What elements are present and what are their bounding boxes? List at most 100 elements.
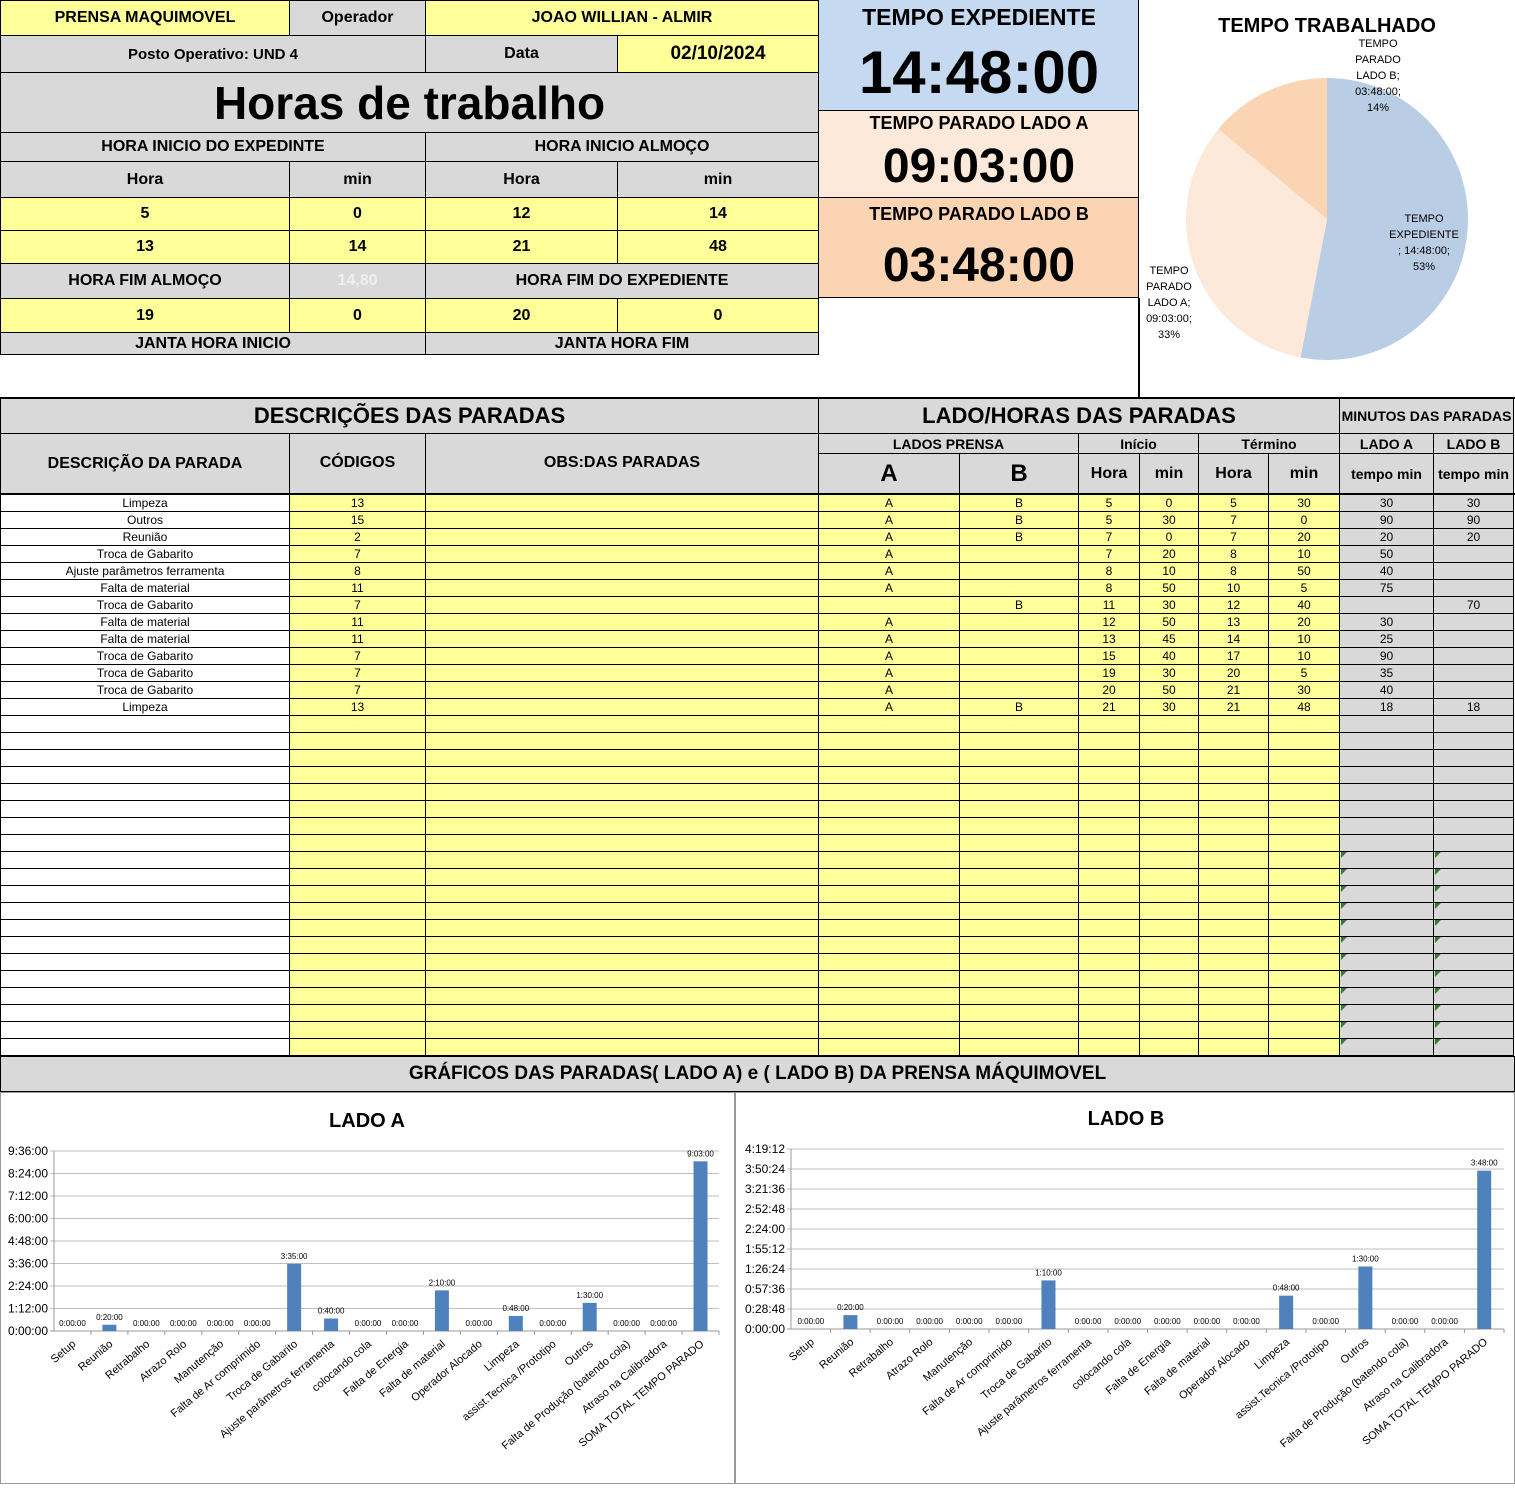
end-hour-cell[interactable] <box>1199 1005 1269 1022</box>
side-a-cell[interactable] <box>819 886 960 903</box>
side-b-cell[interactable] <box>960 988 1079 1005</box>
start-hour-cell[interactable] <box>1079 733 1140 750</box>
obs-cell[interactable] <box>426 614 819 631</box>
code-cell[interactable] <box>290 1039 426 1056</box>
side-b-cell[interactable] <box>960 971 1079 988</box>
code-cell[interactable]: 13 <box>290 699 426 716</box>
end-hour-cell[interactable]: 7 <box>1199 512 1269 529</box>
end-hour-cell[interactable]: 13 <box>1199 614 1269 631</box>
obs-cell[interactable] <box>426 563 819 580</box>
code-cell[interactable]: 13 <box>290 495 426 512</box>
obs-cell[interactable] <box>426 767 819 784</box>
side-b-cell[interactable] <box>960 648 1079 665</box>
side-b-cell[interactable] <box>960 801 1079 818</box>
start-min-cell[interactable] <box>1140 852 1199 869</box>
start-min-cell[interactable] <box>1140 835 1199 852</box>
obs-cell[interactable] <box>426 903 819 920</box>
end-hour-cell[interactable] <box>1199 801 1269 818</box>
end-min-cell[interactable] <box>1269 835 1340 852</box>
end-min-cell[interactable]: 5 <box>1269 580 1340 597</box>
end-hour-cell[interactable] <box>1199 869 1269 886</box>
obs-cell[interactable] <box>426 733 819 750</box>
side-b-cell[interactable]: B <box>960 512 1079 529</box>
time-cell[interactable]: 13 <box>0 231 290 264</box>
end-hour-cell[interactable] <box>1199 886 1269 903</box>
end-hour-cell[interactable]: 17 <box>1199 648 1269 665</box>
start-hour-cell[interactable]: 5 <box>1079 512 1140 529</box>
time-cell[interactable]: 14 <box>290 231 426 264</box>
end-hour-cell[interactable]: 8 <box>1199 546 1269 563</box>
side-a-cell[interactable]: A <box>819 699 960 716</box>
end-min-cell[interactable] <box>1269 767 1340 784</box>
end-min-cell[interactable] <box>1269 988 1340 1005</box>
obs-cell[interactable] <box>426 937 819 954</box>
end-hour-cell[interactable] <box>1199 988 1269 1005</box>
side-b-cell[interactable] <box>960 903 1079 920</box>
obs-cell[interactable] <box>426 988 819 1005</box>
end-min-cell[interactable] <box>1269 869 1340 886</box>
start-hour-cell[interactable]: 11 <box>1079 597 1140 614</box>
start-hour-cell[interactable] <box>1079 869 1140 886</box>
code-cell[interactable]: 7 <box>290 597 426 614</box>
start-min-cell[interactable]: 50 <box>1140 614 1199 631</box>
end-min-cell[interactable] <box>1269 886 1340 903</box>
end-hour-cell[interactable]: 7 <box>1199 529 1269 546</box>
date-value[interactable]: 02/10/2024 <box>618 36 819 73</box>
side-b-cell[interactable] <box>960 546 1079 563</box>
side-a-cell[interactable]: A <box>819 614 960 631</box>
code-cell[interactable]: 7 <box>290 546 426 563</box>
end-hour-cell[interactable] <box>1199 1022 1269 1039</box>
obs-cell[interactable] <box>426 801 819 818</box>
end-min-cell[interactable]: 20 <box>1269 529 1340 546</box>
side-a-cell[interactable] <box>819 988 960 1005</box>
side-b-cell[interactable] <box>960 750 1079 767</box>
end-min-cell[interactable]: 10 <box>1269 648 1340 665</box>
side-a-cell[interactable]: A <box>819 580 960 597</box>
code-cell[interactable] <box>290 954 426 971</box>
code-cell[interactable]: 7 <box>290 682 426 699</box>
obs-cell[interactable] <box>426 631 819 648</box>
start-min-cell[interactable] <box>1140 903 1199 920</box>
start-hour-cell[interactable]: 7 <box>1079 529 1140 546</box>
side-b-cell[interactable]: B <box>960 699 1079 716</box>
code-cell[interactable]: 15 <box>290 512 426 529</box>
end-min-cell[interactable] <box>1269 733 1340 750</box>
code-cell[interactable] <box>290 733 426 750</box>
obs-cell[interactable] <box>426 716 819 733</box>
start-min-cell[interactable]: 0 <box>1140 495 1199 512</box>
code-cell[interactable] <box>290 784 426 801</box>
code-cell[interactable]: 7 <box>290 665 426 682</box>
obs-cell[interactable] <box>426 750 819 767</box>
side-a-cell[interactable] <box>819 750 960 767</box>
code-cell[interactable] <box>290 1022 426 1039</box>
end-min-cell[interactable] <box>1269 1005 1340 1022</box>
side-a-cell[interactable] <box>819 818 960 835</box>
start-hour-cell[interactable] <box>1079 852 1140 869</box>
start-hour-cell[interactable] <box>1079 1022 1140 1039</box>
end-hour-cell[interactable] <box>1199 716 1269 733</box>
end-min-cell[interactable] <box>1269 784 1340 801</box>
end-hour[interactable]: 20 <box>426 299 618 333</box>
start-hour-cell[interactable]: 5 <box>1079 495 1140 512</box>
time-cell[interactable]: 21 <box>426 231 618 264</box>
side-a-cell[interactable] <box>819 835 960 852</box>
obs-cell[interactable] <box>426 682 819 699</box>
side-b-cell[interactable] <box>960 869 1079 886</box>
code-cell[interactable]: 8 <box>290 563 426 580</box>
code-cell[interactable]: 11 <box>290 580 426 597</box>
start-min-cell[interactable]: 10 <box>1140 563 1199 580</box>
code-cell[interactable] <box>290 852 426 869</box>
end-min-cell[interactable]: 10 <box>1269 546 1340 563</box>
end-hour-cell[interactable] <box>1199 784 1269 801</box>
code-cell[interactable] <box>290 801 426 818</box>
obs-cell[interactable] <box>426 835 819 852</box>
end-hour-cell[interactable]: 21 <box>1199 682 1269 699</box>
end-min-cell[interactable]: 40 <box>1269 597 1340 614</box>
end-hour-cell[interactable] <box>1199 750 1269 767</box>
end-hour-cell[interactable] <box>1199 920 1269 937</box>
start-min-cell[interactable]: 40 <box>1140 648 1199 665</box>
start-min-cell[interactable] <box>1140 716 1199 733</box>
side-b-cell[interactable] <box>960 920 1079 937</box>
code-cell[interactable] <box>290 886 426 903</box>
side-a-cell[interactable]: A <box>819 648 960 665</box>
